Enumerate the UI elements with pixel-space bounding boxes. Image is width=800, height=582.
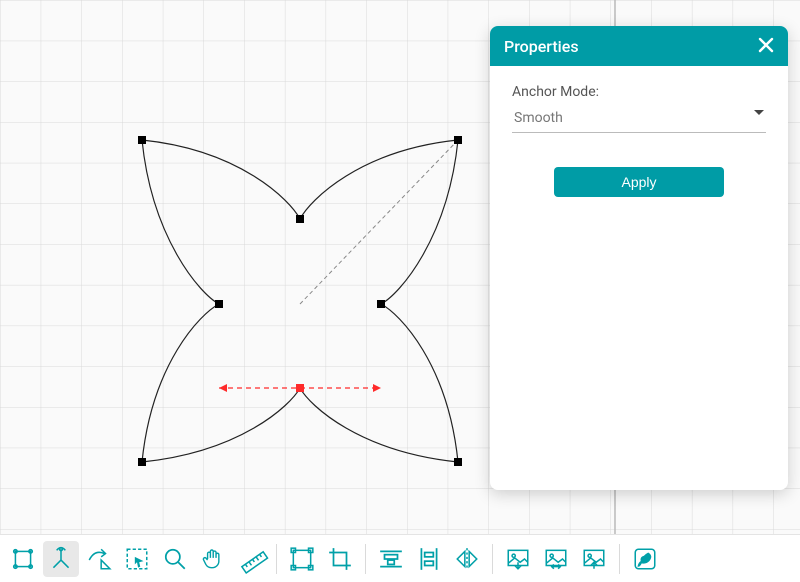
anchor-mode-label: Anchor Mode: <box>512 84 766 100</box>
tool-zoom-icon[interactable] <box>157 541 193 577</box>
tool-image-download-icon[interactable] <box>500 541 536 577</box>
tool-paint-brush-icon[interactable] <box>627 541 663 577</box>
close-icon[interactable] <box>758 36 774 56</box>
tool-align-horizontal-icon[interactable] <box>373 541 409 577</box>
anchor-mid[interactable] <box>215 300 223 308</box>
panel-header: Properties <box>490 26 788 66</box>
chevron-down-icon <box>754 110 764 115</box>
toolbar-divider <box>492 544 493 574</box>
toolbar-divider <box>365 544 366 574</box>
anchor-corner[interactable] <box>454 136 462 144</box>
anchor-corner[interactable] <box>138 136 146 144</box>
anchor-mode-select[interactable]: Smooth <box>512 106 766 133</box>
tool-select-rect-icon[interactable] <box>119 541 155 577</box>
panel-title: Properties <box>504 37 579 56</box>
anchor-corner[interactable] <box>138 458 146 466</box>
tool-image-upload-icon[interactable] <box>576 541 612 577</box>
tool-crop-icon[interactable] <box>322 541 358 577</box>
tool-ruler-icon[interactable] <box>233 541 269 577</box>
tool-distribute-vertical-icon[interactable] <box>411 541 447 577</box>
toolbar-divider <box>619 544 620 574</box>
tool-image-convert-icon[interactable] <box>538 541 574 577</box>
bottom-toolbar <box>0 534 800 582</box>
tool-redo-pointer-icon[interactable] <box>81 541 117 577</box>
tool-edit-points-icon[interactable] <box>43 541 79 577</box>
anchor-mode-value: Smooth <box>514 110 563 126</box>
tool-mirror-icon[interactable] <box>449 541 485 577</box>
toolbar-divider <box>276 544 277 574</box>
anchor-mid[interactable] <box>296 215 304 223</box>
anchor-mid[interactable] <box>377 300 385 308</box>
properties-panel: Properties Anchor Mode: Smooth Apply <box>490 26 788 490</box>
tool-shape-properties-icon[interactable] <box>5 541 41 577</box>
tool-bounding-box-icon[interactable] <box>284 541 320 577</box>
tool-pan-hand-icon[interactable] <box>195 541 231 577</box>
apply-button[interactable]: Apply <box>554 167 724 197</box>
anchor-corner[interactable] <box>454 458 462 466</box>
anchor-selected[interactable] <box>296 384 304 392</box>
